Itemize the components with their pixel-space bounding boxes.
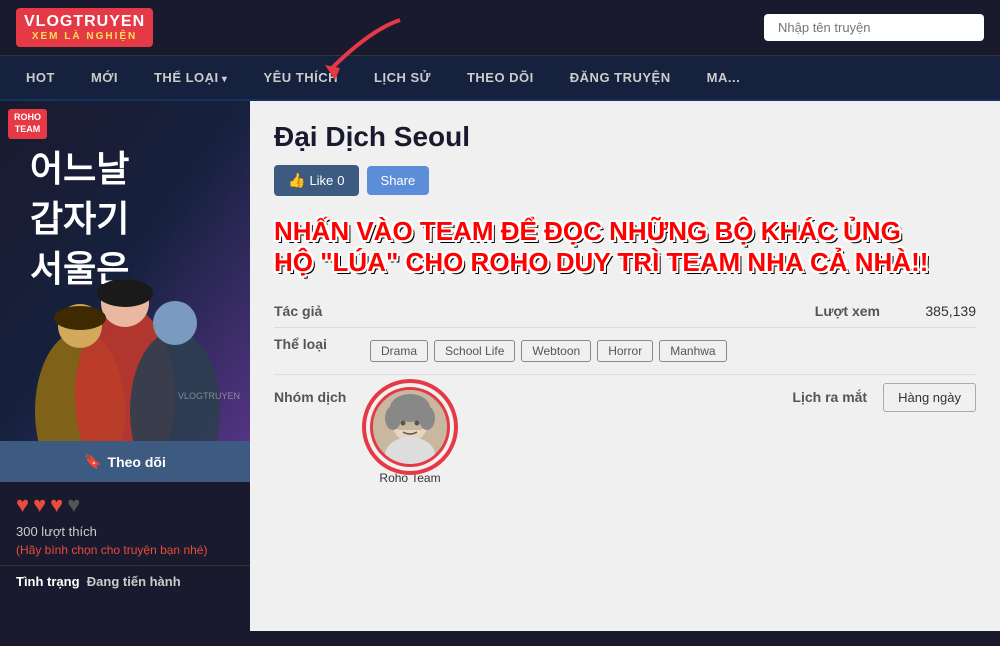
action-buttons: 👍 Like 0 Share [274,165,976,196]
follow-label: Theo dõi [108,454,166,470]
likes-prompt: (Hãy bình chọn cho truyện bạn nhé) [0,541,250,565]
author-label: Tác giả [274,303,354,319]
logo-area: VLOGTRUYEN XEM LÀ NGHIỆN [16,8,153,47]
logo-bottom-text: XEM LÀ NGHIỆN [24,31,145,43]
nav-dang-truyen[interactable]: ĐĂNG TRUYỆN [552,56,689,99]
genre-row: Thể loại Drama School Life Webtoon Horro… [274,328,976,375]
status-row: Tình trạng Đang tiến hành [0,565,250,597]
nav-yeu-thich[interactable]: YÊU THÍCH [245,56,356,99]
release-label: Lịch ra mắt [767,383,867,405]
group-content: Roho Team [370,383,751,485]
cover-badge: ROHO TEAM [8,109,47,138]
release-value: Hàng ngày [883,383,976,412]
nav-lich-su[interactable]: LỊCH SỬ [356,56,449,99]
search-input[interactable] [764,14,984,41]
hearts-row: ♥ ♥ ♥ ♥ [0,482,250,522]
thumbs-up-icon: 👍 [288,172,305,189]
cover-watermark: VLOGTRUYEN [178,391,240,401]
nav-hot[interactable]: HOT [8,56,73,99]
heart-3[interactable]: ♥ [50,492,63,518]
nav-moi[interactable]: MỚI [73,56,136,99]
header: VLOGTRUYEN XEM LÀ NGHIỆN [0,0,1000,56]
follow-button[interactable]: 🔖 Theo dõi [0,441,250,482]
status-label: Tình trạng [16,574,80,589]
heart-1[interactable]: ♥ [16,492,29,518]
group-avatar-section[interactable]: Roho Team [370,387,450,485]
heart-2[interactable]: ♥ [33,492,46,518]
nav-ma[interactable]: MA... [689,56,759,99]
nav-the-loai[interactable]: THỂ LOẠI [136,56,245,99]
promo-line-1: NHẤN VÀO TEAM ĐỂ ĐỌC NHỮNG BỘ KHÁC ỦNG [274,216,976,247]
cover-svg: 어느날 갑자기 서울은 [0,101,250,441]
heart-4[interactable]: ♥ [67,492,80,518]
group-name: Roho Team [370,471,450,485]
likes-count: 300 lượt thích [0,522,250,541]
author-row: Tác giả Lượt xem 385,139 [274,295,976,328]
like-label: Like [309,173,333,188]
tag-webtoon[interactable]: Webtoon [521,340,591,362]
svg-text:어느날: 어느날 [30,148,129,189]
left-panel: ROHO TEAM 어느날 갑자기 [0,101,250,631]
status-value: Đang tiến hành [87,574,181,589]
manga-title: Đại Dịch Seoul [274,121,976,153]
search-box[interactable] [764,14,984,41]
avatar-svg [373,390,447,464]
like-count: 0 [337,173,344,188]
like-button[interactable]: 👍 Like 0 [274,165,359,196]
manga-cover: ROHO TEAM 어느날 갑자기 [0,101,250,441]
genre-tags: Drama School Life Webtoon Horror Manhwa [370,336,976,366]
tag-drama[interactable]: Drama [370,340,428,362]
bookmark-icon: 🔖 [84,453,101,470]
share-button[interactable]: Share [367,166,430,195]
tag-manhwa[interactable]: Manhwa [659,340,726,362]
group-avatar [370,387,450,467]
daily-button[interactable]: Hàng ngày [883,383,976,412]
cover-art: ROHO TEAM 어느날 갑자기 [0,101,250,441]
main-nav: HOT MỚI THỂ LOẠI YÊU THÍCH LỊCH SỬ THEO … [0,56,1000,101]
svg-text:갑자기: 갑자기 [30,198,129,239]
nav-theo-doi[interactable]: THEO DÕI [449,56,552,99]
group-row: Nhóm dịch [274,375,976,493]
promo-text: NHẤN VÀO TEAM ĐỂ ĐỌC NHỮNG BỘ KHÁC ỦNG H… [274,216,976,278]
views-value: 385,139 [896,303,976,319]
genre-label: Thể loại [274,336,354,352]
right-panel: Đại Dịch Seoul 👍 Like 0 Share NHẤN VÀO T… [250,101,1000,631]
group-label: Nhóm dịch [274,383,354,405]
tag-school[interactable]: School Life [434,340,515,362]
site-logo[interactable]: VLOGTRUYEN XEM LÀ NGHIỆN [16,8,153,47]
promo-line-2: HỘ "LÚA" CHO ROHO DUY TRÌ TEAM NHA CẢ NH… [274,247,976,278]
main-content: ROHO TEAM 어느날 갑자기 [0,101,1000,631]
views-label: Lượt xem [780,303,880,319]
logo-top-text: VLOGTRUYEN [24,12,145,31]
tag-horror[interactable]: Horror [597,340,653,362]
